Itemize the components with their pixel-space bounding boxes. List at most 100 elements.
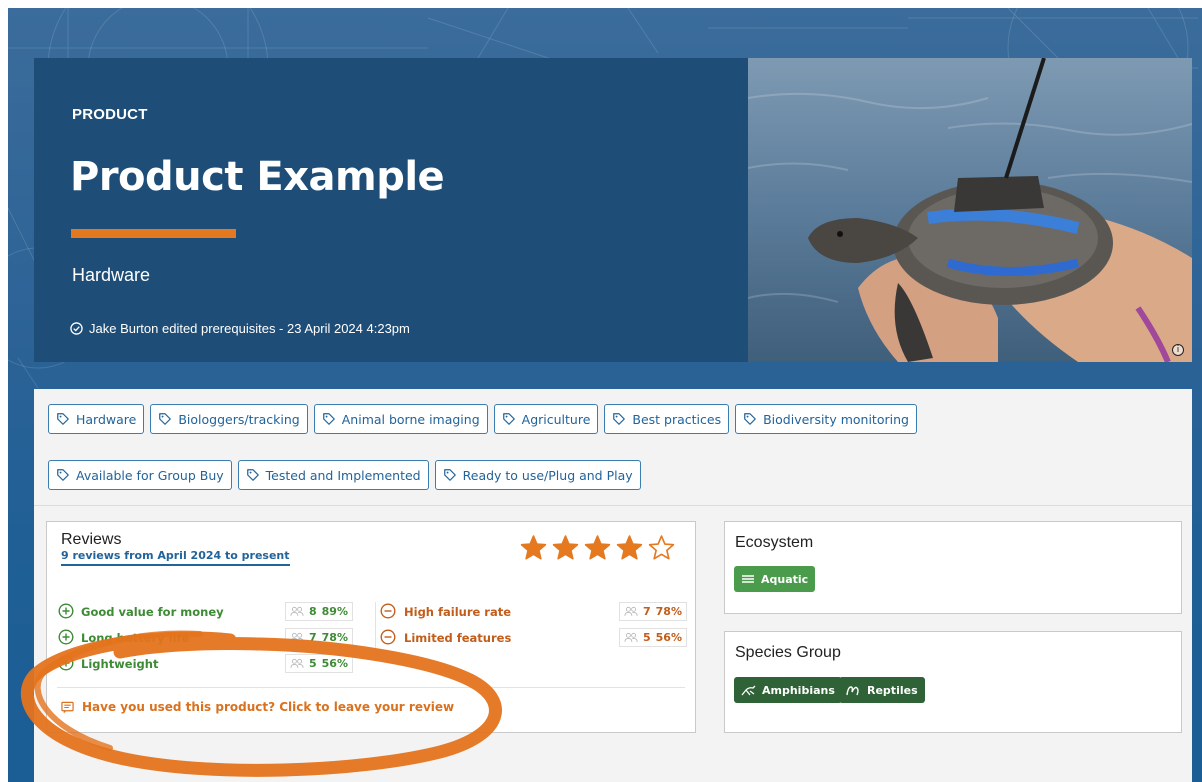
feedback-sign bbox=[380, 629, 396, 649]
tag-chip[interactable]: Animal borne imaging bbox=[313, 404, 488, 434]
people-icon bbox=[624, 632, 638, 642]
star-filled-icon bbox=[552, 535, 579, 560]
title-underline bbox=[71, 229, 236, 238]
species-group-title: Species Group bbox=[735, 644, 841, 661]
con-row: High failure rate 7 78% bbox=[376, 602, 687, 628]
tag-label: Animal borne imaging bbox=[341, 411, 480, 427]
tag-label: Hardware bbox=[76, 411, 137, 427]
feedback-count: 7 bbox=[309, 631, 317, 644]
tag-chip[interactable]: Available for Group Buy bbox=[48, 460, 232, 490]
comment-icon bbox=[61, 701, 74, 713]
tag-icon bbox=[443, 469, 456, 481]
star-filled-icon bbox=[584, 535, 611, 560]
tag-chip[interactable]: Tested and Implemented bbox=[237, 460, 429, 490]
feedback-count-badge: 5 56% bbox=[619, 628, 687, 647]
star-rating bbox=[519, 534, 676, 562]
species-chip-reptiles[interactable]: Reptiles bbox=[839, 677, 925, 703]
cons-column: High failure rate 7 78% Limited features 5 56… bbox=[375, 602, 687, 654]
tag-icon bbox=[613, 413, 626, 425]
reviews-title: Reviews bbox=[61, 531, 122, 548]
feedback-percent: 78% bbox=[321, 631, 348, 644]
feedback-count: 5 bbox=[309, 657, 317, 670]
ecosystem-chip-label: Aquatic bbox=[761, 572, 809, 586]
species-chip-label: Reptiles bbox=[867, 683, 918, 697]
tag-chip[interactable]: Agriculture bbox=[493, 404, 599, 434]
reviews-range-link[interactable]: 9 reviews from April 2024 to present bbox=[61, 549, 290, 566]
tag-icon bbox=[322, 413, 335, 425]
feedback-label: Limited features bbox=[404, 631, 512, 645]
ecosystem-card: Ecosystem Aquatic bbox=[724, 521, 1182, 614]
tag-chip[interactable]: Hardware bbox=[48, 404, 145, 434]
feedback-label: Lightweight bbox=[81, 657, 159, 671]
tag-label: Available for Group Buy bbox=[76, 467, 224, 483]
people-icon bbox=[290, 606, 304, 616]
product-category: Hardware bbox=[72, 265, 151, 285]
feedback-count-badge: 5 56% bbox=[285, 654, 353, 673]
page-title: Product Example bbox=[70, 154, 445, 200]
tag-icon bbox=[159, 413, 172, 425]
reviews-divider bbox=[57, 687, 685, 688]
plus-circle-icon bbox=[58, 655, 74, 671]
frog-icon bbox=[741, 685, 756, 696]
pro-row: Lightweight 5 56% bbox=[57, 654, 353, 680]
reptile-icon bbox=[846, 686, 859, 696]
leave-review-text: Have you used this product? Click to lea… bbox=[82, 700, 455, 714]
plus-circle-icon bbox=[58, 603, 74, 619]
star-filled-icon bbox=[520, 535, 547, 560]
reviews-card: Reviews 9 reviews from April 2024 to pre… bbox=[46, 521, 696, 733]
con-row: Limited features 5 56% bbox=[376, 628, 687, 654]
tag-icon bbox=[744, 413, 756, 425]
leave-review-link[interactable]: Have you used this product? Click to lea… bbox=[61, 700, 454, 714]
info-icon[interactable]: i bbox=[1172, 344, 1184, 356]
species-chip-label: Amphibians bbox=[762, 683, 835, 697]
feedback-label: High failure rate bbox=[404, 605, 512, 619]
star-empty-icon bbox=[648, 535, 675, 560]
tag-list: Hardware Biologgers/tracking Animal borne … bbox=[48, 404, 1048, 490]
feedback-percent: 89% bbox=[321, 605, 348, 618]
product-label: PRODUCT bbox=[72, 106, 148, 123]
pro-row: Good value for money 8 89% bbox=[57, 602, 353, 628]
last-edit-text: Jake Burton edited prerequisites - 23 Ap… bbox=[89, 321, 410, 336]
tag-label: Biologgers/tracking bbox=[178, 411, 300, 427]
turtle-photo-illustration bbox=[748, 58, 1192, 362]
product-hero: PRODUCT Product Example Hardware Jake Bu… bbox=[34, 58, 748, 362]
feedback-count-badge: 8 89% bbox=[285, 602, 353, 621]
waves-icon bbox=[742, 575, 754, 583]
tag-chip[interactable]: Biodiversity monitoring bbox=[735, 404, 917, 434]
tag-chip[interactable]: Ready to use/Plug and Play bbox=[434, 460, 641, 490]
tag-label: Biodiversity monitoring bbox=[763, 411, 909, 427]
tag-icon bbox=[57, 469, 69, 481]
check-circle-icon bbox=[70, 322, 83, 335]
feedback-sign bbox=[58, 655, 74, 675]
feedback-percent: 78% bbox=[655, 605, 682, 618]
feedback-count: 8 bbox=[309, 605, 317, 618]
species-chip-amphibians[interactable]: Amphibians bbox=[734, 677, 842, 703]
product-photo: i bbox=[748, 58, 1192, 362]
feedback-label: Good value for money bbox=[81, 605, 224, 619]
people-icon bbox=[290, 658, 304, 668]
tag-chip[interactable]: Best practices bbox=[604, 404, 730, 434]
people-icon bbox=[290, 632, 304, 642]
feedback-count-badge: 7 78% bbox=[619, 602, 687, 621]
feedback-count-badge: 7 78% bbox=[285, 628, 353, 647]
tag-chip[interactable]: Biologgers/tracking bbox=[150, 404, 308, 434]
pros-column: Good value for money 8 89% Long battery lif… bbox=[57, 602, 353, 680]
feedback-count: 5 bbox=[643, 631, 651, 644]
feedback-sign bbox=[380, 603, 396, 623]
feedback-sign bbox=[58, 603, 74, 623]
star-filled-icon bbox=[616, 535, 643, 560]
feedback-count: 7 bbox=[643, 605, 651, 618]
species-group-card: Species Group Amphibians Reptiles bbox=[724, 631, 1182, 733]
tag-label: Agriculture bbox=[521, 411, 591, 427]
last-edit-note: Jake Burton edited prerequisites - 23 Ap… bbox=[70, 321, 410, 336]
minus-circle-icon bbox=[380, 603, 396, 619]
panel-divider bbox=[34, 505, 1192, 506]
tag-label: Ready to use/Plug and Play bbox=[462, 467, 633, 483]
plus-circle-icon bbox=[58, 629, 74, 645]
feedback-percent: 56% bbox=[655, 631, 682, 644]
ecosystem-title: Ecosystem bbox=[735, 534, 814, 551]
ecosystem-chip-aquatic[interactable]: Aquatic bbox=[734, 566, 816, 592]
people-icon bbox=[624, 606, 638, 616]
feedback-sign bbox=[58, 629, 74, 649]
tag-label: Tested and Implemented bbox=[265, 467, 421, 483]
